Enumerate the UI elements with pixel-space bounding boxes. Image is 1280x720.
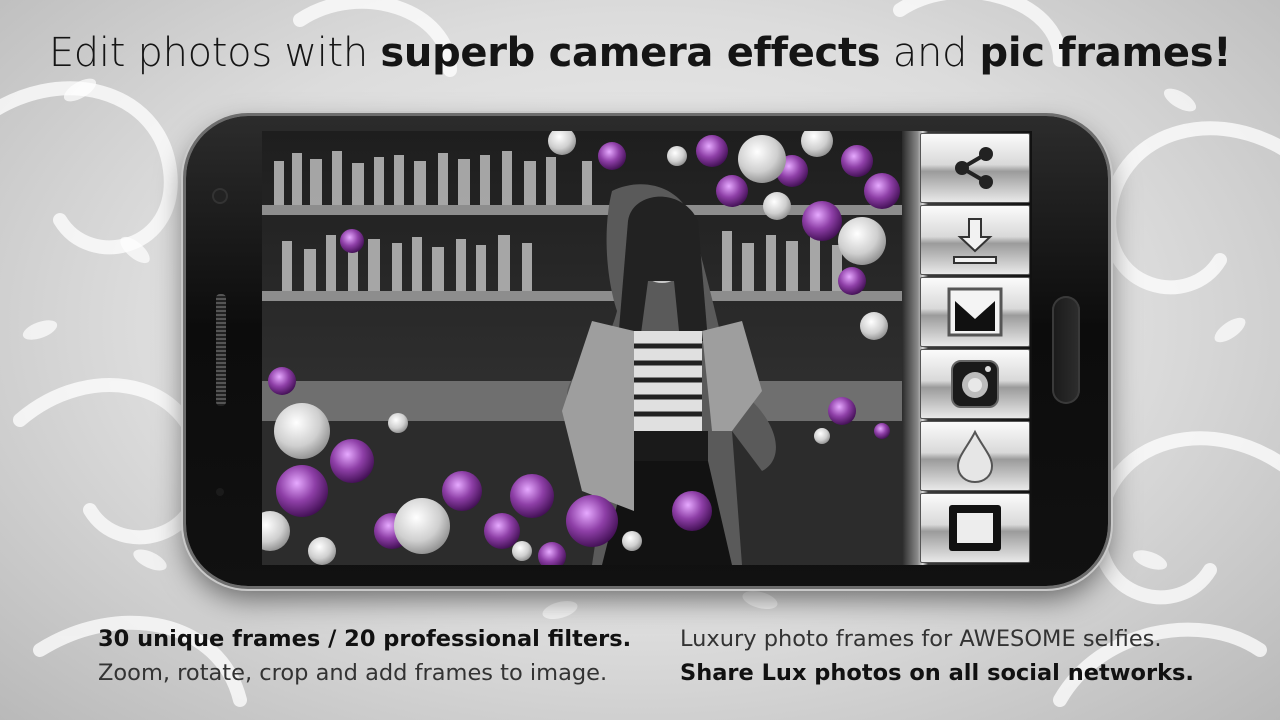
download-icon <box>953 218 997 264</box>
caption-right-line1: Luxury photo frames for AWESOME selfies. <box>680 626 1162 652</box>
editor-toolbar <box>902 131 1032 565</box>
front-camera <box>214 190 226 202</box>
features-caption-right: Luxury photo frames for AWESOME selfies.… <box>680 622 1194 690</box>
mask-icon <box>947 287 1003 337</box>
caption-left-line2: Zoom, rotate, crop and add frames to ima… <box>98 660 608 686</box>
phone-speaker <box>216 294 226 406</box>
download-button[interactable] <box>920 205 1030 275</box>
caption-right-line2: Share Lux photos on all social networks. <box>680 660 1194 686</box>
headline-part2: superb camera effects <box>380 30 881 76</box>
frame-icon <box>949 505 1001 551</box>
effects-button[interactable] <box>920 349 1030 419</box>
phone-sensor <box>216 488 224 496</box>
caption-left-line1: 30 unique frames / 20 professional filte… <box>98 626 632 652</box>
headline-part1: Edit photos with <box>48 30 381 76</box>
drop-icon <box>956 429 994 484</box>
edited-photo-preview[interactable] <box>262 131 902 565</box>
brightness-button[interactable] <box>920 421 1030 491</box>
camera-effect-icon <box>951 360 999 408</box>
share-icon <box>955 147 993 189</box>
features-caption-left: 30 unique frames / 20 professional filte… <box>98 622 631 690</box>
frames-button[interactable] <box>920 493 1030 563</box>
headline: Edit photos with superb camera effects a… <box>0 30 1280 76</box>
headline-part3: and <box>880 30 980 76</box>
share-button[interactable] <box>920 133 1030 203</box>
app-screen <box>262 131 1032 565</box>
home-button[interactable] <box>1052 296 1080 404</box>
headline-part4: pic frames! <box>979 30 1232 76</box>
mask-button[interactable] <box>920 277 1030 347</box>
